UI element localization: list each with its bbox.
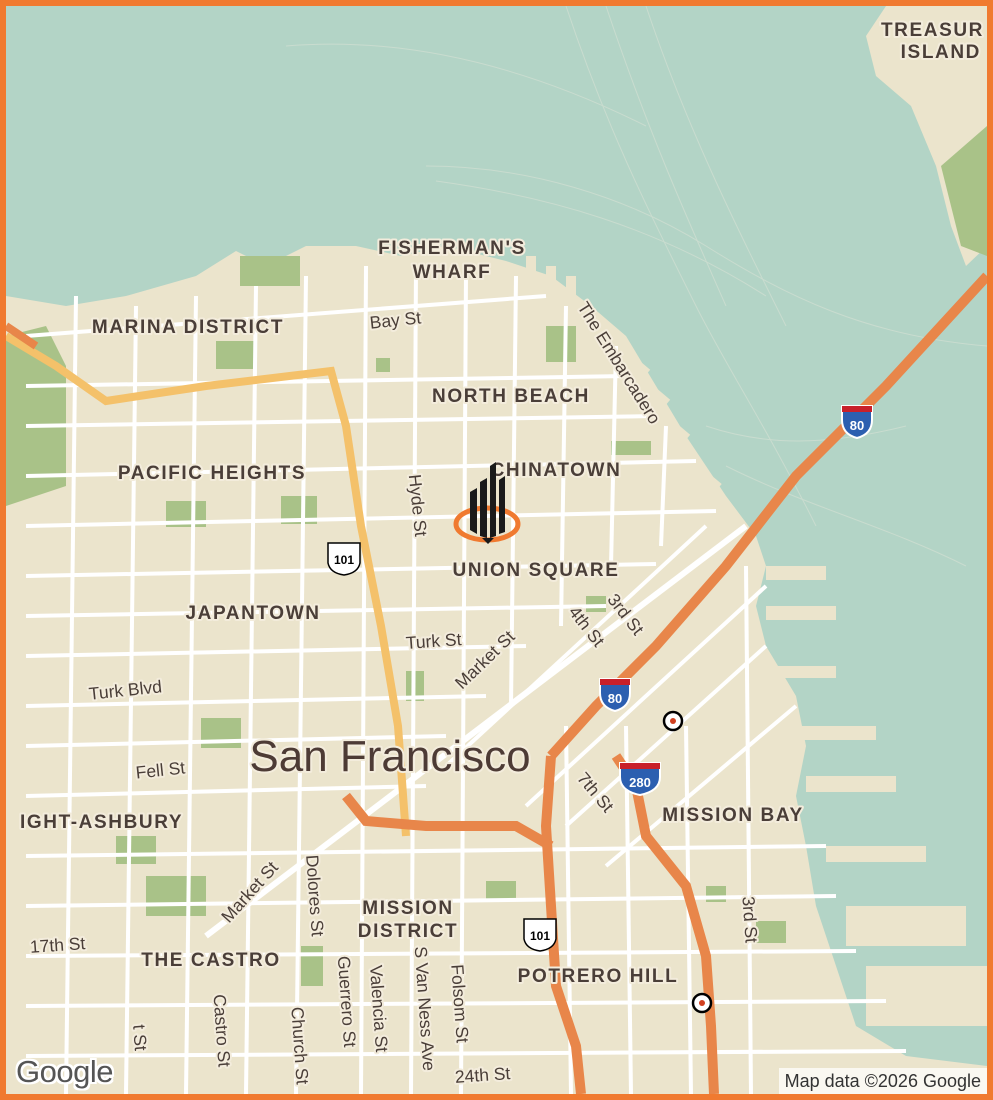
- label-north-beach: NORTH BEACH: [432, 386, 590, 407]
- i80-shield-east-label: 80: [850, 418, 864, 433]
- label-mission-2: DISTRICT: [358, 921, 458, 942]
- building-marker-graphic: [453, 462, 521, 544]
- label-japantown: JAPANTOWN: [185, 603, 320, 624]
- label-treasure-island-2: ISLAND: [901, 42, 981, 63]
- label-potrero-hill: POTRERO HILL: [518, 966, 679, 987]
- us101-shield-south: 101: [523, 918, 557, 952]
- us101-shield-north-label: 101: [334, 553, 354, 567]
- i80-shield-mid-label: 80: [608, 691, 622, 706]
- label-3rd-st-2: 3rd St: [738, 896, 761, 944]
- label-pacific-heights: PACIFIC HEIGHTS: [118, 463, 306, 484]
- label-24th-st: 24th St: [454, 1063, 511, 1087]
- map-svg[interactable]: 80 80 280 101 101 TREASUR ISLAND FISHERM…: [6, 6, 987, 1094]
- label-fishermans-wharf-2: WHARF: [413, 262, 492, 283]
- building-marker-icon[interactable]: [452, 452, 522, 544]
- i80-shield-mid: 80: [599, 678, 631, 713]
- label-marina: MARINA DISTRICT: [92, 317, 284, 338]
- label-fishermans-wharf-1: FISHERMAN'S: [378, 238, 526, 259]
- google-logo: Google: [16, 1054, 113, 1089]
- i80-shield-east: 80: [841, 405, 873, 440]
- label-treasure-island-1: TREASUR: [881, 20, 984, 41]
- label-haight-ashbury: IGHT-ASHBURY: [20, 812, 183, 833]
- i280-shield: 280: [619, 762, 661, 797]
- city-label: San Francisco: [249, 732, 530, 781]
- us101-shield-south-label: 101: [530, 929, 550, 943]
- train-station-icon[interactable]: [691, 992, 713, 1014]
- train-station-icon[interactable]: [662, 710, 684, 732]
- map-frame: 80 80 280 101 101 TREASUR ISLAND FISHERM…: [0, 0, 993, 1100]
- i280-shield-label: 280: [629, 775, 651, 790]
- label-market-st-3: t St: [129, 1024, 151, 1052]
- label-17th-st: 17th St: [29, 933, 86, 957]
- label-turk-st: Turk St: [405, 629, 462, 653]
- us101-shield-north: 101: [327, 542, 361, 576]
- label-castro: THE CASTRO: [141, 950, 281, 971]
- map-canvas[interactable]: 80 80 280 101 101 TREASUR ISLAND FISHERM…: [6, 6, 987, 1094]
- label-mission-1: MISSION: [362, 898, 453, 919]
- map-attribution[interactable]: Map data ©2026 Google: [778, 1068, 987, 1094]
- label-union-square: UNION SQUARE: [453, 560, 620, 581]
- label-mission-bay: MISSION BAY: [662, 805, 803, 826]
